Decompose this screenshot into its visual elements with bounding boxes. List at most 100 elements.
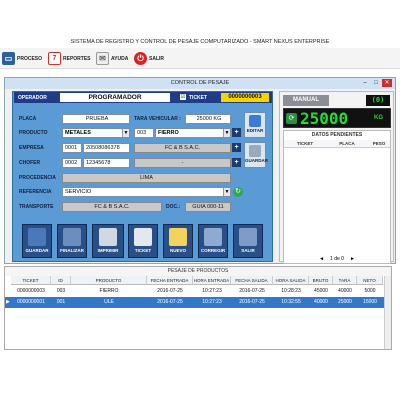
producto-select-value: METALES (65, 130, 91, 136)
pending-title: DATOS PENDIENTES (311, 132, 363, 138)
ticket-button[interactable]: TICKET (128, 224, 158, 258)
menu-bar: ▭ PROCESO 7 REPORTES ✉ AYUDA ⏻ SALIR (0, 48, 400, 69)
cell-bruto: 40000 (314, 299, 328, 305)
transporte-field: FC & B S.A.C. (62, 202, 162, 212)
producto-label: PRODUCTO (19, 130, 48, 136)
procedencia-field: LIMA (62, 173, 231, 183)
empresa-label: EMPRESA (19, 145, 44, 151)
menu-reportes-label: REPORTES (63, 55, 91, 62)
cell-fecha-salida: 2016-07-25 (239, 288, 265, 294)
menu-proceso-label: PROCESO (17, 55, 43, 62)
finalizar-button[interactable]: FINALIZAR (57, 224, 87, 258)
menu-proceso[interactable]: ▭ PROCESO (2, 50, 42, 67)
menu-salir[interactable]: ⏻ SALIR (134, 50, 164, 67)
cell-id: 003 (56, 288, 66, 294)
close-button[interactable]: ✕ (382, 79, 392, 87)
col-ticket[interactable]: TICKET (11, 276, 51, 285)
col-bruto[interactable]: BRUTO (309, 276, 333, 285)
dialog-titlebar: CONTROL DE PESAJE – □ ✕ (5, 78, 395, 89)
exit-icon (239, 228, 257, 246)
producto-code-input[interactable]: 003 (134, 128, 154, 138)
corregir-button[interactable]: CORREGIR (198, 224, 228, 258)
operator-bar: OPERADOR PROGRAMADOR ☑ TICKET 0000000003 (14, 92, 272, 103)
operator-label: OPERADOR (18, 95, 47, 101)
chofer-name-field: - (134, 158, 231, 168)
pending-col-ticket: TICKET (296, 141, 314, 146)
producto-select[interactable]: METALES ▼ (62, 128, 130, 138)
chevron-down-icon: ▼ (122, 129, 129, 137)
salir-button[interactable]: SALIR (233, 224, 263, 258)
editar-button[interactable]: EDITAR (244, 112, 266, 138)
nuevo-button-label: NUEVO (169, 248, 186, 253)
col-tara[interactable]: TARA (333, 276, 357, 285)
cell-hora-salida: 10:28:23 (281, 288, 301, 294)
guardar-button-label: GUARDAR (25, 248, 49, 253)
col-hora-entrada[interactable]: HORA ENTRADA (193, 276, 231, 285)
monitor-icon: ▭ (2, 52, 15, 65)
ticket-checkbox[interactable]: ☑ (180, 94, 186, 100)
save-icon (249, 145, 261, 157)
cell-fecha-salida: 2016-07-25 (239, 299, 265, 305)
scale-display: ⟳ 25000 KG (283, 108, 391, 128)
refresh-icon[interactable]: ↻ (233, 187, 243, 197)
tara-input[interactable]: 25000 KG (185, 114, 231, 124)
chevron-down-icon: ▼ (223, 129, 230, 137)
grid-scrollbar[interactable] (384, 276, 391, 349)
cell-bruto: 45000 (314, 288, 328, 294)
referencia-select[interactable]: SERVICIO ▼ (62, 187, 231, 197)
pending-list: DATOS PENDIENTES TICKET PLACA PESO ◄ 1 d… (283, 130, 391, 264)
grid-title: PESAJE DE PRODUCTOS (5, 267, 391, 276)
add-empresa-button[interactable]: + (232, 143, 241, 152)
table-row-selected[interactable]: ▶ 0000000001 001 ULE 2016-07-25 10:27:23… (5, 297, 384, 308)
maximize-button[interactable]: □ (371, 79, 381, 87)
procedencia-label: PROCEDENCIA (19, 175, 56, 181)
guardar-side-button[interactable]: GUARDAR (244, 142, 268, 168)
col-neto[interactable]: NETO (357, 276, 383, 285)
menu-ayuda[interactable]: ✉ AYUDA (96, 50, 128, 67)
nuevo-button[interactable]: NUEVO (163, 224, 193, 258)
empresa-code-input[interactable]: 0001 (62, 143, 82, 153)
row-pointer-icon: ▶ (6, 299, 10, 305)
prev-page-button[interactable]: ◄ (319, 256, 324, 262)
app-title: SISTEMA DE REGISTRO Y CONTROL DE PESAJE … (70, 39, 330, 45)
guardar-button[interactable]: GUARDAR (22, 224, 52, 258)
pending-col-peso: PESO (372, 141, 386, 146)
cell-tara: 25000 (338, 299, 352, 305)
chofer-dni-input[interactable]: 12345678 (83, 158, 130, 168)
add-producto-button[interactable]: + (232, 128, 241, 137)
ticket-icon (134, 228, 152, 246)
weight-reading: 25000 (300, 109, 349, 128)
producto-item-select[interactable]: FIERRO ▼ (155, 128, 231, 138)
table-row[interactable]: 0000000003 003 FIERRO 2016-07-25 10:27:2… (5, 286, 384, 297)
ticket-number: 0000000003 (221, 93, 269, 102)
producto-item-value: FIERRO (158, 130, 179, 136)
placa-input[interactable]: PRUEBA (62, 114, 130, 124)
next-page-button[interactable]: ► (350, 256, 355, 262)
chevron-down-icon: ▼ (223, 188, 230, 196)
menu-salir-label: SALIR (149, 55, 164, 62)
col-producto[interactable]: PRODUCTO (71, 276, 147, 285)
floppy-icon (28, 228, 46, 246)
ticket-button-label: TICKET (134, 248, 152, 253)
add-chofer-button[interactable]: + (232, 158, 241, 167)
col-fecha-salida[interactable]: FECHA SALIDA (231, 276, 273, 285)
refresh-icon[interactable]: ⟳ (286, 113, 297, 124)
menu-reportes[interactable]: 7 REPORTES (48, 50, 91, 67)
imprimir-button[interactable]: IMPRIMIR (92, 224, 124, 258)
edit-icon (204, 228, 222, 246)
cell-id: 001 (56, 299, 66, 305)
col-id[interactable]: ID (51, 276, 71, 285)
minimize-button[interactable]: – (360, 79, 370, 87)
chofer-code-input[interactable]: 0002 (62, 158, 82, 168)
empresa-ruc-input[interactable]: 20508086378 (83, 143, 130, 153)
calendar-icon: 7 (48, 52, 61, 65)
empresa-name-field: FC & B S.A.C. (134, 143, 231, 153)
salir-button-label: SALIR (241, 248, 255, 253)
cell-fecha-entrada: 2016-07-25 (157, 299, 183, 305)
dialog-title: CONTROL DE PESAJE (170, 80, 230, 86)
cell-fecha-entrada: 2016-07-25 (157, 288, 183, 294)
transporte-label: TRANSPORTE (19, 204, 54, 210)
col-hora-salida[interactable]: HORA SALIDA (273, 276, 309, 285)
col-fecha-entrada[interactable]: FECHA ENTRADA (147, 276, 193, 285)
pesaje-grid: PESAJE DE PRODUCTOS TICKET ID PRODUCTO F… (4, 266, 392, 350)
